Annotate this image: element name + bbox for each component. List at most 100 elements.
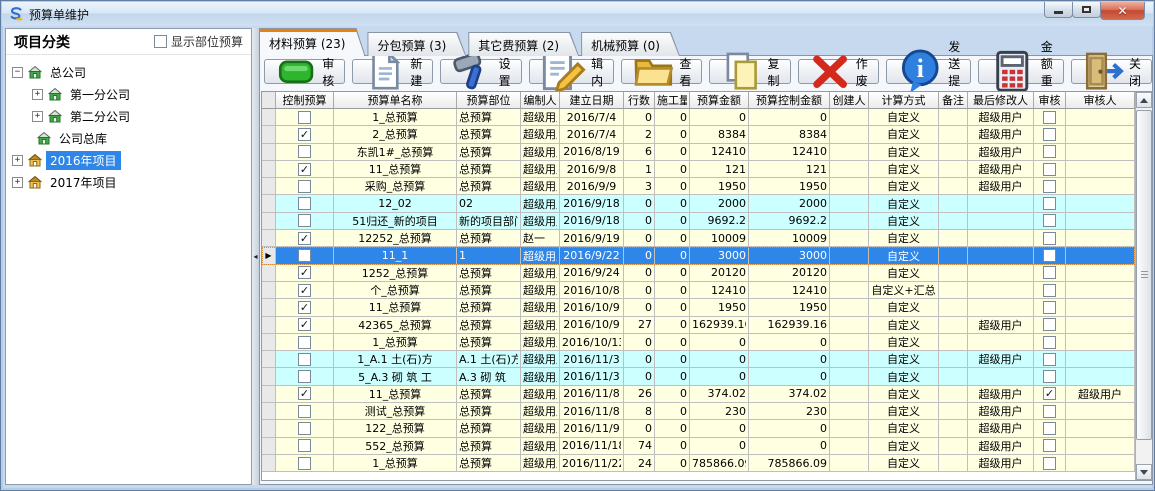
send-reminder-button[interactable]: i发送提醒 (886, 59, 972, 84)
settings-hammer-button[interactable]: 设置 (440, 59, 521, 84)
show-section-budget-checkbox[interactable] (154, 35, 167, 48)
column-header-amt[interactable]: 预算金额 (690, 92, 749, 109)
audit-checkbox[interactable] (1043, 111, 1056, 124)
scroll-down-button[interactable] (1136, 464, 1152, 480)
table-row[interactable]: 552_总预算总预算超级用户2016/11/1874000自定义超级用户 (262, 438, 1135, 455)
control-budget-checkbox[interactable]: ✓ (298, 301, 311, 314)
table-row[interactable]: 1_总预算总预算超级用户2016/11/22240785866.09785866… (262, 455, 1135, 472)
tab-2[interactable]: 分包预算 (3) (367, 32, 466, 56)
audit-checkbox[interactable] (1043, 145, 1056, 158)
audit-checkbox[interactable] (1043, 405, 1056, 418)
audit-checkbox[interactable] (1043, 232, 1056, 245)
table-row[interactable]: 1_总预算总预算超级用户2016/10/130000自定义 (262, 334, 1135, 351)
audit-checkbox[interactable] (1043, 163, 1056, 176)
expand-expander-icon[interactable]: + (32, 111, 43, 122)
table-row[interactable]: 东凯1#_总预算总预算超级用户2016/8/19601241012410自定义超… (262, 144, 1135, 161)
tree-item[interactable]: −总公司 (6, 61, 251, 83)
tree-item[interactable]: 公司总库 (6, 127, 251, 149)
audit-checkbox[interactable] (1043, 128, 1056, 141)
scroll-up-button[interactable] (1136, 92, 1152, 108)
app-logo-icon[interactable] (8, 6, 24, 22)
table-row[interactable]: 51归还_新的项目新的项目部门超级用户2016/9/18009692.29692… (262, 213, 1135, 230)
audit-checkbox[interactable] (1043, 301, 1056, 314)
column-header-ctrl[interactable]: 控制预算 (276, 92, 334, 109)
table-row[interactable]: 1_总预算总预算超级用户2016/7/40000自定义超级用户 (262, 109, 1135, 126)
audit-checkbox[interactable] (1043, 336, 1056, 349)
audit-checkbox[interactable] (1043, 353, 1056, 366)
expand-expander-icon[interactable]: + (12, 177, 23, 188)
control-budget-checkbox[interactable] (298, 249, 311, 262)
recalc-calculator-button[interactable]: 金额重算 (978, 59, 1064, 84)
audit-checkbox[interactable] (1043, 370, 1056, 383)
control-budget-checkbox[interactable] (298, 353, 311, 366)
scroll-thumb[interactable] (1136, 110, 1152, 440)
collapse-expander-icon[interactable]: − (12, 67, 23, 78)
minimize-button[interactable] (1044, 2, 1073, 18)
audit-checkbox[interactable] (1043, 266, 1056, 279)
audit-button[interactable]: 审核 (264, 59, 345, 84)
audit-checkbox[interactable] (1043, 214, 1056, 227)
table-row[interactable]: 12_0202超级用户2016/9/180020002000自定义 (262, 195, 1135, 212)
control-budget-checkbox[interactable] (298, 180, 311, 193)
control-budget-checkbox[interactable] (298, 457, 311, 470)
table-row[interactable]: ▶11_11超级用户2016/9/220030003000自定义 (262, 247, 1135, 264)
audit-checkbox[interactable] (1043, 284, 1056, 297)
control-budget-checkbox[interactable]: ✓ (298, 284, 311, 297)
table-row[interactable]: ✓42365_总预算总预算超级用户2016/10/9270162939.1616… (262, 317, 1135, 334)
tab-3[interactable]: 其它费预算 (2) (468, 32, 579, 56)
table-row[interactable]: ✓个_总预算总预算超级用户2016/10/8001241012410自定义+汇总 (262, 282, 1135, 299)
tree-item[interactable]: +第一分公司 (6, 83, 251, 105)
control-budget-checkbox[interactable] (298, 197, 311, 210)
control-budget-checkbox[interactable] (298, 145, 311, 158)
control-budget-checkbox[interactable] (298, 336, 311, 349)
view-folder-button[interactable]: 查看 (621, 59, 702, 84)
vertical-scrollbar[interactable] (1135, 92, 1152, 480)
column-header-qty[interactable]: 施工量 (655, 92, 690, 109)
audit-checkbox[interactable]: ✓ (1043, 387, 1056, 400)
column-header-note[interactable]: 备注 (939, 92, 968, 109)
control-budget-checkbox[interactable]: ✓ (298, 128, 311, 141)
control-budget-checkbox[interactable]: ✓ (298, 232, 311, 245)
column-header-date[interactable]: 建立日期 (560, 92, 624, 109)
edit-content-button[interactable]: 编辑内容 (529, 59, 615, 84)
column-header-audit[interactable]: 审核 (1034, 92, 1066, 109)
column-header-ctrl_amt[interactable]: 预算控制金额 (749, 92, 830, 109)
table-row[interactable]: 采购_总预算总预算超级用户2016/9/93019501950自定义超级用户 (262, 178, 1135, 195)
control-budget-checkbox[interactable]: ✓ (298, 163, 311, 176)
audit-checkbox[interactable] (1043, 197, 1056, 210)
tree-item[interactable]: +2017年项目 (6, 171, 251, 193)
table-row[interactable]: ✓2_总预算总预算超级用户2016/7/42083848384自定义超级用户 (262, 126, 1135, 143)
restore-button[interactable] (1072, 2, 1101, 18)
column-header-modifier[interactable]: 最后修改人 (968, 92, 1034, 109)
audit-checkbox[interactable] (1043, 318, 1056, 331)
panel-splitter[interactable]: ◂ (252, 28, 259, 485)
close-button[interactable]: ✕ (1100, 2, 1145, 20)
audit-checkbox[interactable] (1043, 457, 1056, 470)
audit-checkbox[interactable] (1043, 249, 1056, 262)
table-row[interactable]: ✓11_总预算总预算超级用户2016/11/8260374.02374.02自定… (262, 386, 1135, 403)
table-row[interactable]: ✓12252_总预算总预算赵一2016/9/19001000910009自定义 (262, 230, 1135, 247)
control-budget-checkbox[interactable]: ✓ (298, 266, 311, 279)
close-door-button[interactable]: 关闭 (1071, 59, 1152, 84)
table-row[interactable]: 5_A.3 砌 筑 工A.3 砌 筑超级用户2016/11/30000自定义 (262, 368, 1135, 385)
column-header-dept[interactable]: 预算部位 (457, 92, 521, 109)
tab-1[interactable]: 材料预算 (23) (259, 28, 365, 56)
control-budget-checkbox[interactable] (298, 422, 311, 435)
control-budget-checkbox[interactable] (298, 405, 311, 418)
copy-button[interactable]: 复制 (709, 59, 790, 84)
column-header-calc[interactable]: 计算方式 (869, 92, 939, 109)
control-budget-checkbox[interactable]: ✓ (298, 387, 311, 400)
control-budget-checkbox[interactable] (298, 111, 311, 124)
audit-checkbox[interactable] (1043, 180, 1056, 193)
column-header-creator[interactable]: 创建人 (830, 92, 869, 109)
control-budget-checkbox[interactable]: ✓ (298, 318, 311, 331)
column-header-name[interactable]: 预算单名称 (334, 92, 457, 109)
audit-checkbox[interactable] (1043, 422, 1056, 435)
column-header-lines[interactable]: 行数 (624, 92, 655, 109)
control-budget-checkbox[interactable] (298, 439, 311, 452)
tab-4[interactable]: 机械预算 (0) (581, 32, 680, 56)
control-budget-checkbox[interactable] (298, 214, 311, 227)
column-header-auditor[interactable]: 审核人 (1066, 92, 1135, 109)
table-row[interactable]: ✓1252_总预算总预算超级用户2016/9/24002012020120自定义 (262, 265, 1135, 282)
expand-expander-icon[interactable]: + (12, 155, 23, 166)
